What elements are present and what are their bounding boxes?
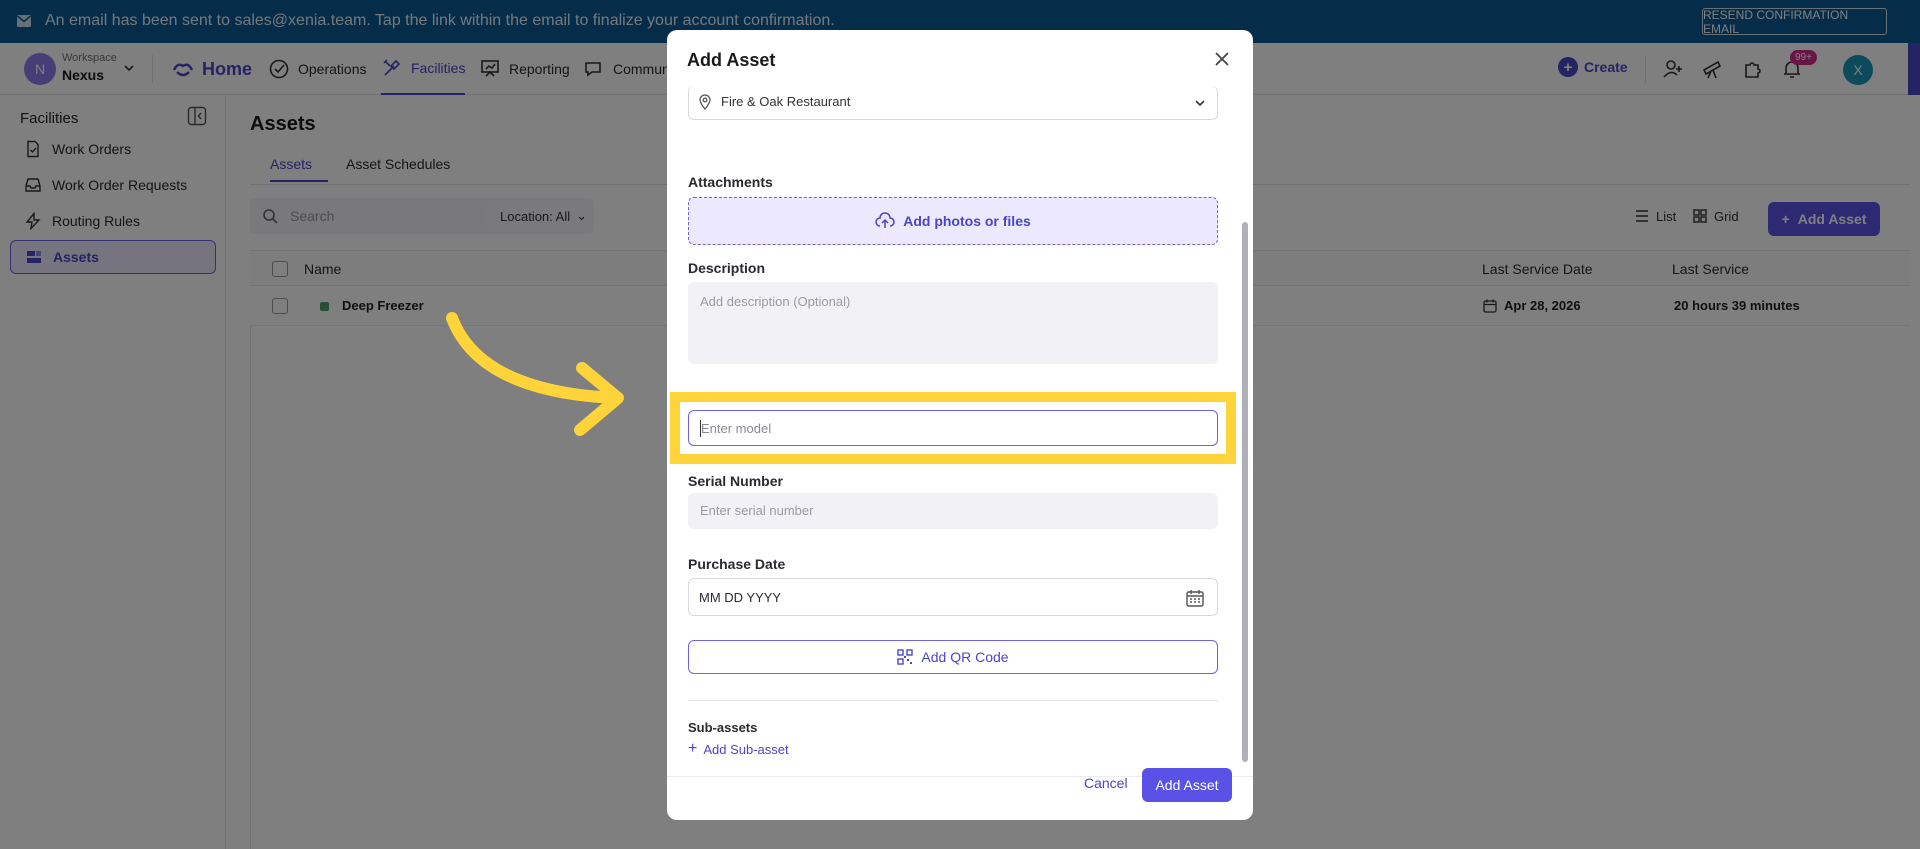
add-attachments-label: Add photos or files: [903, 213, 1031, 229]
purchase-date-label: Purchase Date: [688, 556, 786, 572]
annotation-arrow-icon: [446, 312, 624, 436]
serial-number-input[interactable]: Enter serial number: [688, 493, 1218, 529]
modal-scrollbar[interactable]: [1241, 86, 1249, 776]
location-select[interactable]: Fire & Oak Restaurant: [688, 86, 1218, 120]
serial-number-label: Serial Number: [688, 473, 783, 489]
sub-assets-label: Sub-assets: [688, 720, 758, 735]
add-qr-code-button[interactable]: Add QR Code: [688, 640, 1218, 674]
add-sub-asset-label: Add Sub-asset: [703, 741, 789, 757]
cloud-upload-icon: [875, 212, 895, 228]
purchase-date-placeholder: MM DD YYYY: [699, 590, 782, 605]
submit-add-asset-button[interactable]: Add Asset: [1142, 768, 1232, 802]
modal-title: Add Asset: [687, 50, 776, 70]
serial-number-placeholder: Enter serial number: [700, 503, 814, 518]
model-placeholder: Enter model: [701, 421, 772, 436]
description-label: Description: [688, 260, 766, 276]
purchase-date-input[interactable]: MM DD YYYY: [688, 578, 1218, 616]
add-attachments-button[interactable]: Add photos or files: [688, 197, 1218, 245]
calendar-icon[interactable]: [1185, 588, 1205, 608]
close-icon[interactable]: [1213, 50, 1231, 68]
description-textarea[interactable]: Add description (Optional): [688, 282, 1218, 364]
modal-body[interactable]: Fire & Oak Restaurant Attachments Add ph…: [667, 86, 1253, 776]
description-placeholder: Add description (Optional): [700, 294, 851, 309]
add-asset-modal: Add Asset Fire & Oak Restaurant Attachme…: [667, 30, 1253, 820]
map-pin-icon: [699, 94, 711, 110]
chevron-down-icon: [1195, 100, 1205, 107]
cancel-button[interactable]: Cancel: [1084, 775, 1128, 791]
add-sub-asset-button[interactable]: + Add Sub-asset: [688, 740, 789, 758]
scrollbar-thumb[interactable]: [1242, 222, 1248, 762]
qr-code-icon: [897, 649, 914, 665]
attachments-label: Attachments: [688, 174, 773, 190]
plus-icon: +: [688, 740, 698, 757]
model-input[interactable]: Enter model: [688, 410, 1218, 446]
modal-divider: [688, 700, 1218, 701]
add-qr-code-label: Add QR Code: [921, 649, 1009, 665]
location-select-value: Fire & Oak Restaurant: [721, 94, 851, 109]
